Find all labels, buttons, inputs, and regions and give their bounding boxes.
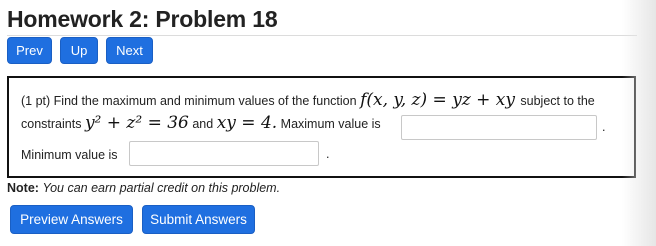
subject-to-text: subject to the <box>520 94 595 108</box>
problem-box: (1 pt) Find the maximum and minimum valu… <box>7 76 636 178</box>
max-answer-input[interactable] <box>401 115 597 140</box>
preview-answers-button[interactable]: Preview Answers <box>10 205 133 234</box>
function-expression: f(x, y, z) = yz + xy <box>360 90 520 110</box>
problem-statement-line-2: constraints y² + z² = 36 and xy = 4. Max… <box>21 113 381 133</box>
constraint-1: y² + z² = 36 <box>84 113 189 133</box>
problem-statement-line-1: (1 pt) Find the maximum and minimum valu… <box>21 90 595 110</box>
prev-button[interactable]: Prev <box>7 37 52 64</box>
constraint-2: xy = 4. <box>216 113 278 133</box>
problem-intro: Find the maximum and minimum values of t… <box>53 94 357 108</box>
next-button[interactable]: Next <box>106 37 153 64</box>
submit-answers-button[interactable]: Submit Answers <box>142 205 255 234</box>
max-period: . <box>602 120 606 134</box>
title-divider <box>7 35 637 36</box>
page-title: Homework 2: Problem 18 <box>7 6 278 32</box>
max-label: Maximum value is <box>280 117 381 131</box>
min-answer-input[interactable] <box>129 141 319 166</box>
note-text: You can earn partial credit on this prob… <box>42 181 281 195</box>
constraints-label: constraints <box>21 117 82 131</box>
min-label: Minimum value is <box>21 148 118 162</box>
up-button[interactable]: Up <box>60 37 98 64</box>
and-word: and <box>192 117 214 131</box>
min-line: Minimum value is <box>21 148 118 162</box>
partial-credit-note: Note: You can earn partial credit on thi… <box>7 181 280 195</box>
function-math: f(x, y, z) = yz + xy <box>360 90 515 110</box>
points-label: (1 pt) <box>21 94 51 108</box>
min-period: . <box>326 147 330 161</box>
note-label: Note: <box>7 181 39 195</box>
